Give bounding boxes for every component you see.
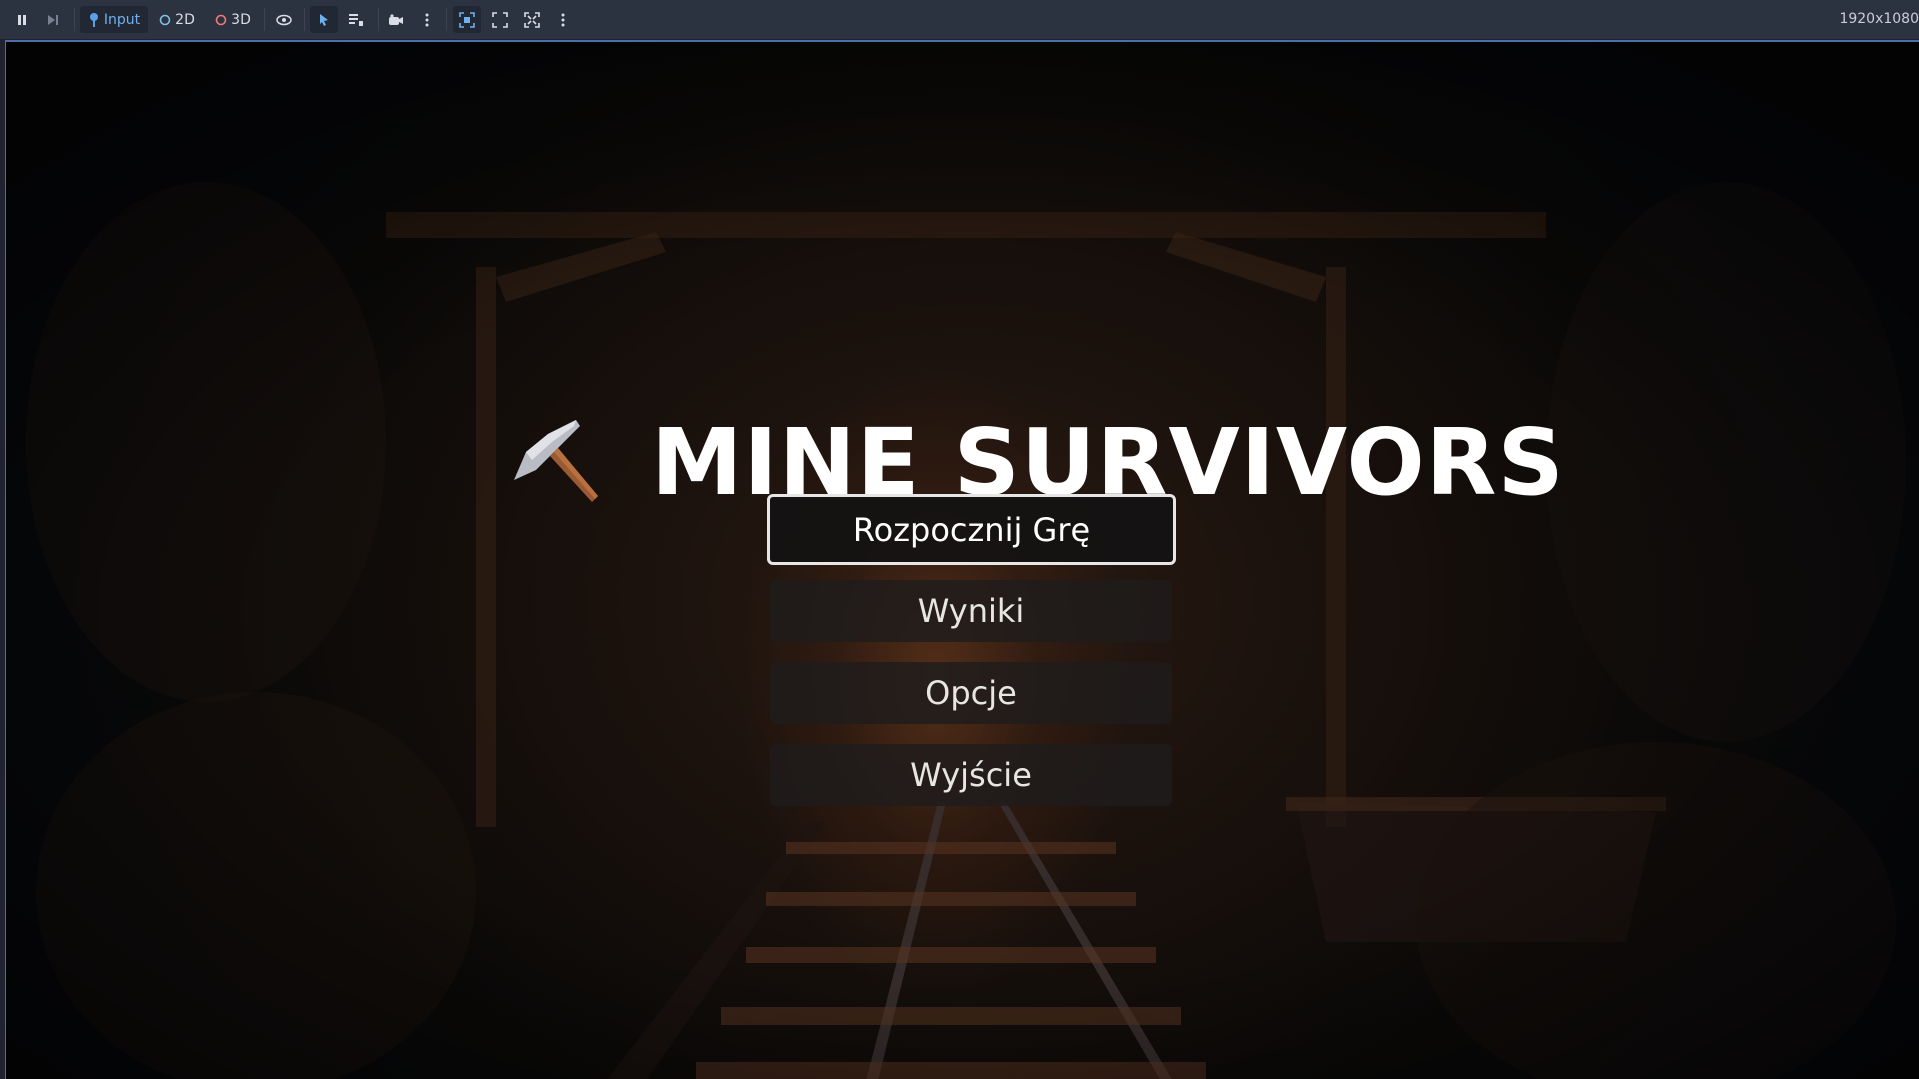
mode-2d-button[interactable]: 2D	[156, 6, 198, 33]
toolbar-separator	[304, 8, 305, 31]
input-icon	[89, 12, 98, 27]
more-icon[interactable]	[418, 6, 436, 33]
mode-3d-button[interactable]: 3D	[212, 6, 254, 33]
scores-button[interactable]: Wyniki	[770, 580, 1172, 642]
toolbar-separator	[74, 8, 75, 31]
fullscreen-icon[interactable]	[520, 6, 544, 33]
step-icon[interactable]	[43, 6, 63, 33]
toolbar-separator	[378, 8, 379, 31]
expand-icon[interactable]	[488, 6, 512, 33]
toolbar-separator	[446, 8, 447, 31]
list-icon[interactable]	[344, 6, 368, 33]
exit-button[interactable]: Wyjście	[770, 744, 1172, 806]
mode-2d-label: 2D	[175, 11, 195, 28]
camera-icon[interactable]	[384, 6, 408, 33]
circle-2d-icon	[159, 14, 171, 25]
focus-icon[interactable]	[453, 6, 481, 33]
eye-icon[interactable]	[273, 6, 295, 33]
input-toggle-button[interactable]: Input	[80, 6, 148, 33]
toolbar-separator	[264, 8, 265, 31]
more-icon[interactable]	[554, 6, 572, 33]
pickaxe-icon	[514, 420, 598, 502]
start-game-button[interactable]: Rozpocznij Grę	[767, 494, 1176, 565]
circle-3d-icon	[215, 14, 227, 25]
editor-toolbar: Input 2D 3D 1920x1080	[0, 0, 1919, 39]
mode-3d-label: 3D	[231, 11, 251, 28]
options-button[interactable]: Opcje	[770, 662, 1172, 724]
input-label: Input	[103, 11, 141, 28]
select-arrow-icon[interactable]	[310, 6, 338, 33]
pause-icon[interactable]	[12, 6, 32, 33]
game-viewport[interactable]: MINE SURVIVORS Rozpocznij Grę Wyniki Opc…	[5, 40, 1919, 1079]
resolution-label: 1920x1080	[1839, 11, 1919, 27]
